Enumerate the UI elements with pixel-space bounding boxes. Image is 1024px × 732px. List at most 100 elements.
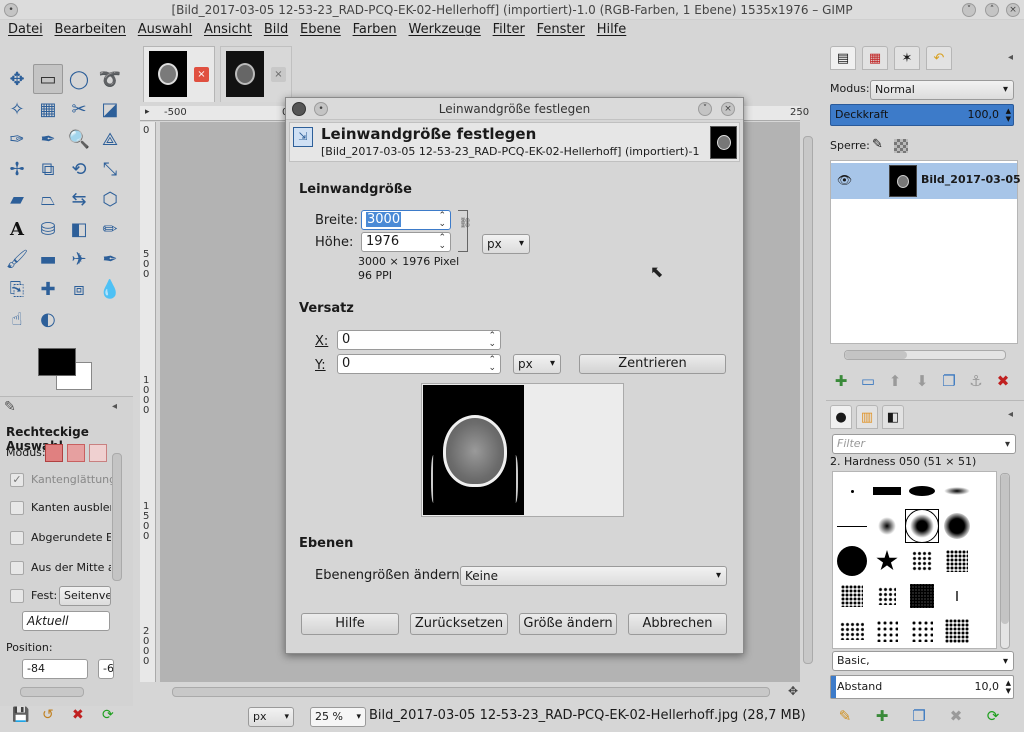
duplicate-layer-icon[interactable]: ❐ bbox=[938, 370, 960, 392]
mode-subtract-icon[interactable] bbox=[89, 444, 107, 462]
offset-unit-select[interactable]: px ▾ bbox=[513, 354, 561, 374]
layers-tab-icon[interactable]: ▤ bbox=[830, 46, 856, 70]
brush-item[interactable] bbox=[870, 509, 904, 543]
window-menu-icon[interactable]: • bbox=[4, 3, 18, 17]
lock-pixels-icon[interactable]: ✎ bbox=[872, 137, 883, 152]
menu-bearbeiten[interactable]: Bearbeiten bbox=[51, 20, 130, 39]
clone-icon[interactable]: ⎘ bbox=[2, 274, 32, 304]
move-icon[interactable]: ✥ bbox=[2, 64, 32, 94]
antialias-checkbox[interactable]: ✓ bbox=[10, 473, 24, 487]
anchor-layer-icon[interactable]: ⚓ bbox=[965, 370, 987, 392]
delete-options-icon[interactable]: ✖ bbox=[72, 707, 84, 723]
mode-replace-icon[interactable] bbox=[45, 444, 63, 462]
save-options-icon[interactable]: 💾 bbox=[12, 707, 29, 723]
canvas-vscrollbar[interactable] bbox=[803, 136, 813, 664]
brush-item[interactable] bbox=[940, 579, 974, 613]
layers-hscrollbar[interactable] bbox=[845, 351, 907, 359]
resize-button[interactable]: Größe ändern bbox=[519, 613, 617, 635]
maximize-icon[interactable]: ˄ bbox=[985, 3, 999, 17]
brush-item[interactable] bbox=[835, 509, 869, 543]
blur-icon[interactable]: 💧 bbox=[95, 274, 125, 304]
fuzzy-select-icon[interactable]: ✧ bbox=[2, 94, 32, 124]
width-input[interactable]: 3000 ⌃ ⌄ bbox=[361, 210, 451, 230]
help-button[interactable]: Hilfe bbox=[301, 613, 399, 635]
new-brush-icon[interactable]: ✚ bbox=[871, 705, 893, 727]
delete-layer-icon[interactable]: ✖ bbox=[992, 370, 1014, 392]
paths-tab-icon[interactable]: ✶ bbox=[894, 46, 920, 70]
brush-item[interactable] bbox=[835, 579, 869, 613]
opacity-slider[interactable]: Deckkraft 100,0 ▲ ▼ bbox=[830, 104, 1014, 126]
brush-item[interactable] bbox=[905, 614, 939, 648]
brush-item[interactable] bbox=[835, 474, 869, 508]
cage-icon[interactable]: ⬡ bbox=[95, 184, 125, 214]
new-layer-icon[interactable]: ✚ bbox=[830, 370, 852, 392]
brush-item[interactable] bbox=[905, 544, 939, 578]
airbrush-icon[interactable]: ✈ bbox=[64, 244, 94, 274]
lower-layer-icon[interactable]: ⬇ bbox=[911, 370, 933, 392]
brush-scrollbar[interactable] bbox=[1001, 474, 1009, 624]
brush-item[interactable] bbox=[870, 474, 904, 508]
perspective-clone-icon[interactable]: ⧈ bbox=[64, 274, 94, 304]
channels-tab-icon[interactable]: ▦ bbox=[862, 46, 888, 70]
navigate-icon[interactable]: ✥ bbox=[788, 684, 798, 698]
brush-item[interactable] bbox=[835, 544, 869, 578]
close-tab-icon[interactable]: × bbox=[194, 67, 209, 82]
lasso-icon[interactable]: ➰ bbox=[95, 64, 125, 94]
image-tab-inactive[interactable]: × bbox=[220, 46, 292, 102]
layers-mode-select[interactable]: Normal ▾ bbox=[870, 80, 1014, 100]
bucket-fill-icon[interactable]: ⛁ bbox=[33, 214, 63, 244]
brush-item[interactable] bbox=[870, 579, 904, 613]
resize-layers-select[interactable]: Keine ▾ bbox=[460, 566, 727, 586]
brush-item[interactable] bbox=[940, 509, 974, 543]
menu-ebene[interactable]: Ebene bbox=[296, 20, 345, 39]
brush-item[interactable] bbox=[940, 614, 974, 648]
delete-brush-icon[interactable]: ✖ bbox=[945, 705, 967, 727]
measure-icon[interactable]: ⟁ bbox=[95, 124, 125, 154]
menu-werkzeuge[interactable]: Werkzeuge bbox=[405, 20, 485, 39]
chain-link-icon[interactable]: ⛓ bbox=[459, 218, 472, 229]
restore-options-icon[interactable]: ↺ bbox=[42, 707, 54, 723]
dodge-icon[interactable]: ◐ bbox=[33, 304, 63, 334]
brush-item[interactable] bbox=[905, 579, 939, 613]
menu-filter[interactable]: Filter bbox=[489, 20, 529, 39]
brush-item[interactable] bbox=[835, 614, 869, 648]
canvas-hscrollbar[interactable] bbox=[172, 687, 770, 697]
options-scrollbar[interactable] bbox=[112, 453, 122, 581]
layer-row[interactable]: 👁 Bild_2017-03-05 1 bbox=[831, 163, 1024, 199]
smudge-icon[interactable]: ☝ bbox=[2, 304, 32, 334]
dialog-minimize-icon[interactable]: ˅ bbox=[698, 102, 712, 116]
rounded-corners-checkbox[interactable] bbox=[10, 531, 24, 545]
brush-filter-input[interactable]: Filter ▾ bbox=[832, 434, 1016, 454]
align-icon[interactable]: ✢ bbox=[2, 154, 32, 184]
gradient-icon[interactable]: ◧ bbox=[64, 214, 94, 244]
spin-icon[interactable]: ⌃ ⌄ bbox=[488, 356, 496, 373]
gradients-tab-icon[interactable]: ◧ bbox=[882, 405, 904, 429]
spacing-slider[interactable]: Abstand 10,0 ▲ ▼ bbox=[830, 675, 1014, 699]
rotate-icon[interactable]: ⟲ bbox=[64, 154, 94, 184]
patterns-tab-icon[interactable]: ▥ bbox=[856, 405, 878, 429]
offset-x-input[interactable]: 0 ⌃ ⌄ bbox=[337, 330, 501, 350]
position-x-input[interactable]: -84 bbox=[22, 659, 88, 679]
brushes-tab-icon[interactable]: ● bbox=[830, 405, 852, 429]
center-button[interactable]: Zentrieren bbox=[579, 354, 726, 374]
menu-ansicht[interactable]: Ansicht bbox=[200, 20, 256, 39]
shear-icon[interactable]: ▰ bbox=[2, 184, 32, 214]
crop-icon[interactable]: ⧉ bbox=[33, 154, 63, 184]
pencil-icon[interactable]: ✏ bbox=[95, 214, 125, 244]
foreground-select-icon[interactable]: ◪ bbox=[95, 94, 125, 124]
menu-bild[interactable]: Bild bbox=[260, 20, 292, 39]
color-picker-icon[interactable]: ✒ bbox=[33, 124, 63, 154]
tab-menu-icon[interactable]: ◂ bbox=[1008, 52, 1013, 63]
flip-icon[interactable]: ⇆ bbox=[64, 184, 94, 214]
aspect-input[interactable]: Aktuell bbox=[22, 611, 110, 631]
ellipse-select-icon[interactable]: ◯ bbox=[64, 64, 94, 94]
undo-tab-icon[interactable]: ↶ bbox=[926, 46, 952, 70]
spin-icon[interactable]: ⌃ ⌄ bbox=[438, 212, 446, 229]
image-tab-active[interactable]: × bbox=[143, 46, 215, 102]
mode-add-icon[interactable] bbox=[67, 444, 85, 462]
expand-center-checkbox[interactable] bbox=[10, 561, 24, 575]
menu-farben[interactable]: Farben bbox=[349, 20, 401, 39]
spin-icon[interactable]: ▲ ▼ bbox=[1006, 107, 1011, 123]
brush-item[interactable] bbox=[905, 474, 939, 508]
ink-icon[interactable]: ✒ bbox=[95, 244, 125, 274]
